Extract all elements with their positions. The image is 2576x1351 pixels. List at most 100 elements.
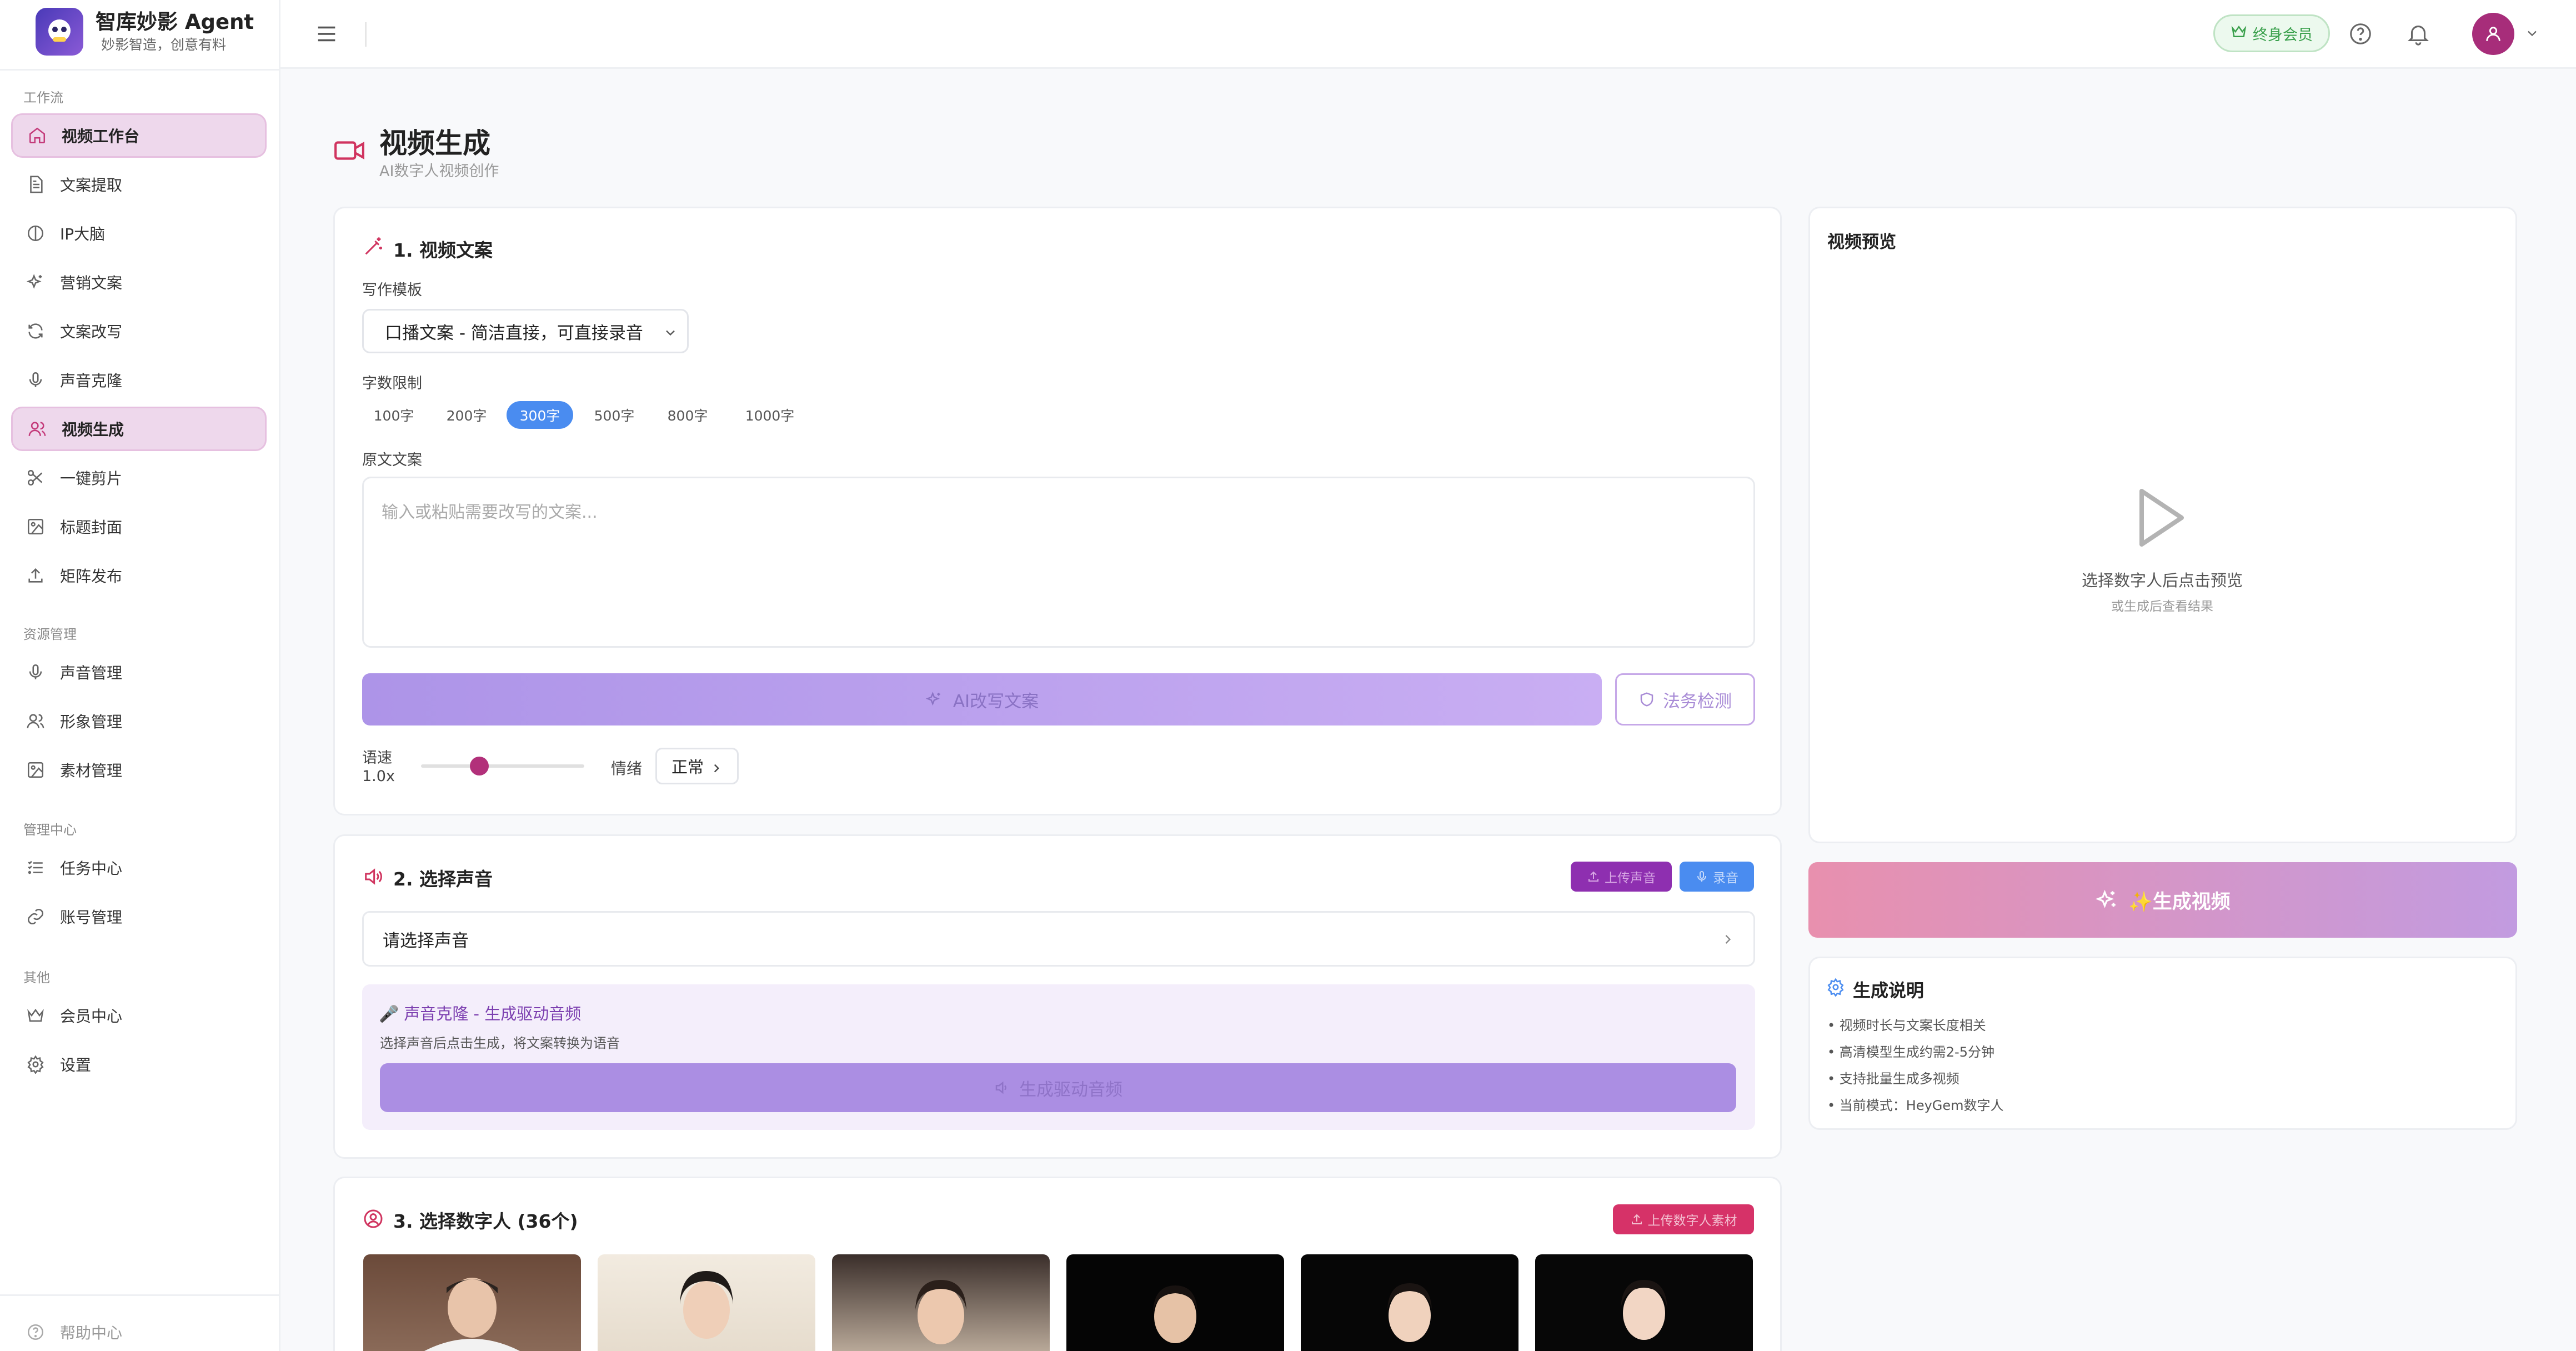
template-select[interactable]: 口播文案 - 简洁直接，可直接录音 [362,309,689,353]
script-card-title: 1. 视频文案 [393,239,493,261]
voice-card-title: 2. 选择声音 [393,868,493,890]
chevron-right-icon [1720,932,1736,947]
voice-clone-title: 🎤 声音克隆 - 生成驱动音频 [379,1004,582,1023]
divider [0,1294,280,1296]
crown-icon [2231,23,2247,44]
help-icon[interactable] [2348,21,2373,47]
menu-icon[interactable] [314,21,339,47]
mood-select[interactable]: 正常 [655,748,739,784]
upload-voice-button[interactable]: 上传声音 [1571,862,1672,892]
generate-video-button[interactable]: ✨生成视频 [1808,862,2517,938]
sidebar-item-voice-clone[interactable]: 声音克隆 [11,358,267,402]
document-icon [24,173,47,196]
legal-check-label: 法务检测 [1663,691,1732,712]
word-limit-chip-selected[interactable]: 300字 [507,401,573,429]
word-limit-chip[interactable]: 800字 [659,401,716,429]
avatar-thumbnail[interactable] [1301,1254,1518,1351]
word-limit-chip[interactable]: 500字 [587,401,642,429]
speed-slider-thumb[interactable] [470,757,489,775]
sidebar-item-label: 任务中心 [60,859,123,878]
section-title-other: 其他 [23,970,50,985]
play-icon[interactable] [2136,487,2186,549]
sidebar-item-account-manage[interactable]: 账号管理 [11,894,267,939]
sidebar-item-member-center[interactable]: 会员中心 [11,993,267,1038]
member-badge[interactable]: 终身会员 [2213,14,2330,52]
upload-avatar-label: 上传数字人素材 [1647,1214,1737,1228]
upload-avatar-button[interactable]: 上传数字人素材 [1613,1204,1754,1234]
voice-select[interactable]: 请选择声音 [362,911,1755,967]
sidebar-item-task-center[interactable]: 任务中心 [11,845,267,890]
brand-title: 智库妙影 Agent [96,10,254,34]
shield-icon [1638,691,1655,708]
list-icon [24,857,47,879]
sidebar-item-script-extract[interactable]: 文案提取 [11,162,267,207]
avatar-thumbnail[interactable] [363,1254,581,1351]
sidebar-item-label: 形象管理 [60,713,123,731]
sidebar-item-ip-brain[interactable]: IP大脑 [11,211,267,256]
avatar-thumbnail[interactable] [598,1254,815,1351]
generate-audio-button[interactable]: 生成驱动音频 [380,1063,1736,1112]
brand-logo [36,8,83,56]
preview-title: 视频预览 [1827,232,1896,252]
sidebar-item-title-cover[interactable]: 标题封面 [11,504,267,549]
sidebar-item-video-workbench[interactable]: 视频工作台 [11,113,267,158]
word-limit-chip[interactable]: 200字 [439,401,494,429]
sidebar-item-matrix-publish[interactable]: 矩阵发布 [11,553,267,598]
divider [365,22,367,47]
source-textarea[interactable]: 输入或粘贴需要改写的文案... [362,477,1755,648]
template-select-value: 口播文案 - 简洁直接，可直接录音 [385,323,643,343]
sidebar-item-label: 一键剪片 [60,469,123,488]
sidebar-item-label: 文案改写 [60,323,123,341]
bell-icon[interactable] [2405,21,2431,47]
avatar-thumbnail[interactable] [1066,1254,1284,1351]
record-button[interactable]: 录音 [1680,862,1754,892]
sidebar: 智库妙影 Agent 妙影智造，创意有料 工作流 视频工作台 文案提取 IP大脑… [0,0,280,1351]
image-icon [24,759,47,781]
voice-select-placeholder: 请选择声音 [383,930,469,951]
magic-wand-icon [362,236,384,258]
sidebar-item-label: 文案提取 [60,176,123,194]
chevron-down-icon[interactable] [2524,26,2540,41]
sidebar-item-rewrite[interactable]: 文案改写 [11,309,267,353]
preview-hint: 选择数字人后点击预览 [2081,571,2243,590]
sidebar-item-material-manage[interactable]: 素材管理 [11,748,267,792]
legal-check-button[interactable]: 法务检测 [1615,673,1755,725]
ai-rewrite-button[interactable]: AI改写文案 [362,673,1602,725]
brand[interactable]: 智库妙影 Agent 妙影智造，创意有料 [36,8,254,56]
microphone-icon [24,369,47,391]
refresh-icon [24,320,47,342]
member-badge-label: 终身会员 [2253,26,2313,44]
upload-icon [1587,870,1600,883]
users-icon [24,710,47,732]
speed-value: 1.0x [362,768,395,785]
crown-icon [24,1004,47,1027]
sidebar-item-voice-manage[interactable]: 声音管理 [11,650,267,694]
user-avatar[interactable] [2472,13,2514,55]
sparkles-icon [2095,888,2118,912]
mood-value: 正常 [671,758,704,777]
info-item: • 支持批量生成多视频 [1827,1071,1959,1087]
word-limit-chip[interactable]: 1000字 [735,401,804,429]
sidebar-item-video-generate[interactable]: 视频生成 [11,407,267,451]
speaker-icon [362,865,384,888]
info-item: • 视频时长与文案长度相关 [1827,1018,1986,1033]
sidebar-item-settings[interactable]: 设置 [11,1042,267,1087]
sidebar-item-marketing[interactable]: 营销文案 [11,260,267,304]
home-icon [26,124,48,147]
divider [0,69,280,71]
sidebar-item-avatar-manage[interactable]: 形象管理 [11,699,267,743]
speed-slider-track[interactable] [421,764,584,768]
avatar-thumbnail[interactable] [1535,1254,1753,1351]
sidebar-item-label: IP大脑 [60,225,106,243]
avatar-thumbnail[interactable] [832,1254,1050,1351]
generate-audio-label: 生成驱动音频 [1019,1079,1122,1100]
sidebar-item-label: 声音管理 [60,664,123,682]
gear-icon [24,1053,47,1075]
info-item: • 当前模式：HeyGem数字人 [1827,1098,2004,1113]
users-icon [26,418,48,440]
voice-clone-description: 选择声音后点击生成，将文案转换为语音 [380,1035,620,1051]
microphone-icon [1695,870,1708,883]
sidebar-item-one-click-edit[interactable]: 一键剪片 [11,456,267,500]
sidebar-item-help-center[interactable]: 帮助中心 [11,1310,267,1351]
word-limit-chip[interactable]: 100字 [367,401,421,429]
